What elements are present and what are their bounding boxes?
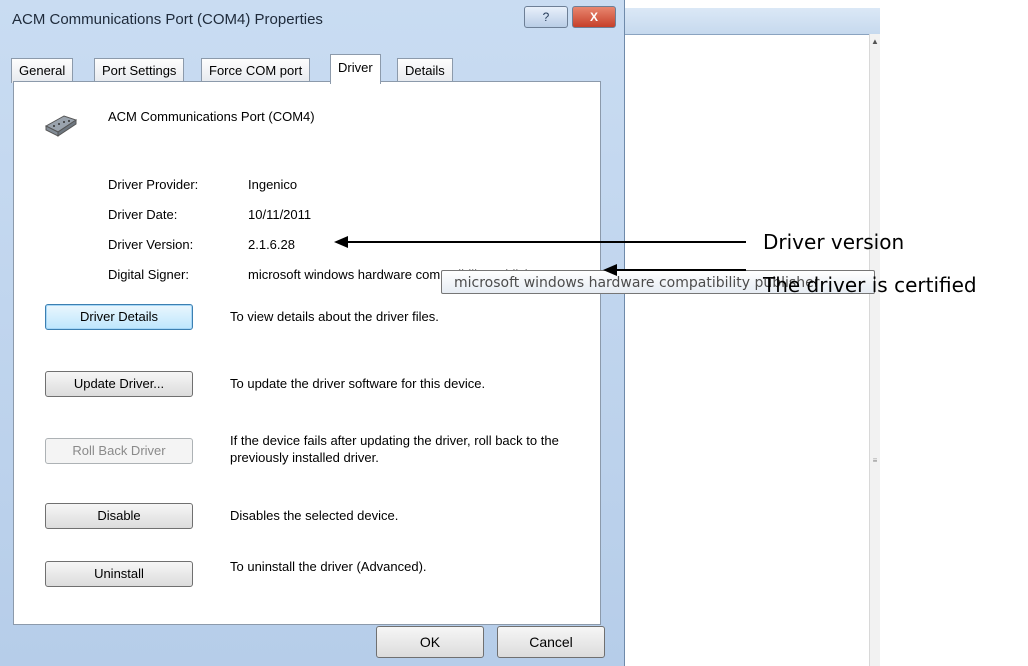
- scroll-grip-icon[interactable]: ≡: [871, 456, 879, 470]
- roll-back-driver-button[interactable]: Roll Back Driver: [45, 438, 193, 464]
- dialog-title: ACM Communications Port (COM4) Propertie…: [12, 11, 323, 28]
- vertical-scrollbar[interactable]: [869, 34, 880, 666]
- tab-force-com-port[interactable]: Force COM port: [201, 58, 311, 83]
- driver-details-description: To view details about the driver files.: [230, 309, 439, 324]
- update-driver-button[interactable]: Update Driver...: [45, 371, 193, 397]
- driver-provider-value: Ingenico: [248, 177, 298, 192]
- driver-certified-annotation: The driver is certified: [763, 273, 977, 297]
- background-window: ▲ ≡: [615, 8, 880, 666]
- background-window-titlebar: [616, 8, 880, 35]
- driver-details-button[interactable]: Driver Details: [45, 304, 193, 330]
- digital-signer-label: Digital Signer:: [108, 267, 189, 282]
- update-driver-description: To update the driver software for this d…: [230, 376, 486, 391]
- uninstall-button[interactable]: Uninstall: [45, 561, 193, 587]
- tab-details[interactable]: Details: [397, 58, 453, 83]
- serial-port-icon: [44, 115, 78, 137]
- titlebar: ACM Communications Port (COM4) Propertie…: [8, 6, 616, 30]
- driver-date-label: Driver Date:: [108, 207, 178, 222]
- uninstall-description: To uninstall the driver (Advanced).: [230, 559, 427, 574]
- cancel-button[interactable]: Cancel: [497, 626, 605, 658]
- scroll-up-icon[interactable]: ▲: [870, 36, 880, 48]
- driver-tab-panel: ACM Communications Port (COM4) Driver Pr…: [13, 81, 601, 625]
- properties-dialog: ACM Communications Port (COM4) Propertie…: [0, 0, 625, 666]
- disable-button[interactable]: Disable: [45, 503, 193, 529]
- close-button[interactable]: X: [572, 6, 616, 28]
- ok-button[interactable]: OK: [376, 626, 484, 658]
- driver-version-value: 2.1.6.28: [248, 237, 295, 252]
- tab-general[interactable]: General: [11, 58, 74, 83]
- driver-provider-label: Driver Provider:: [108, 177, 199, 192]
- driver-version-label: Driver Version:: [108, 237, 194, 252]
- driver-date-value: 10/11/2011: [248, 207, 312, 222]
- roll-back-driver-description: If the device fails after updating the d…: [230, 433, 559, 465]
- device-name: ACM Communications Port (COM4): [108, 109, 315, 124]
- help-button[interactable]: ?: [524, 6, 568, 28]
- tab-driver[interactable]: Driver: [330, 54, 381, 84]
- driver-version-annotation: Driver version: [763, 230, 905, 254]
- tab-port-settings[interactable]: Port Settings: [94, 58, 185, 83]
- disable-description: Disables the selected device.: [230, 508, 399, 523]
